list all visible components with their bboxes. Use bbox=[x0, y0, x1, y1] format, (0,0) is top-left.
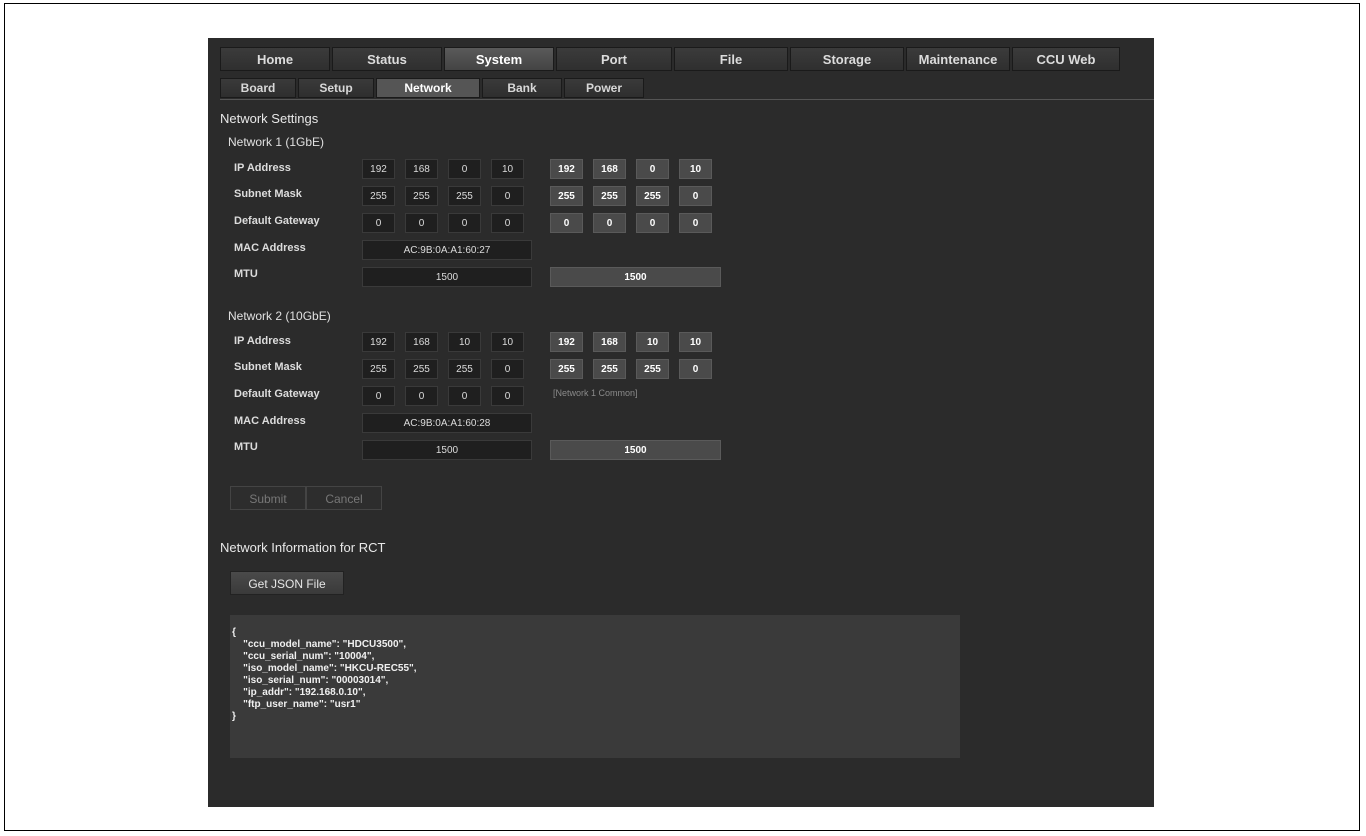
network2-ip-octet-current: 168 bbox=[405, 332, 438, 352]
subtab-board[interactable]: Board bbox=[220, 78, 296, 98]
json-line: "ccu_model_name": "HDCU3500", bbox=[232, 639, 407, 650]
network2-subnet-label: Subnet Mask bbox=[234, 361, 302, 373]
network1-gateway-octet-input[interactable]: 0 bbox=[593, 213, 626, 233]
subtab-network[interactable]: Network bbox=[376, 78, 480, 98]
tab-ccu-web[interactable]: CCU Web bbox=[1012, 47, 1120, 71]
network2-subnet-octet-input[interactable]: 255 bbox=[593, 359, 626, 379]
network1-gateway-label: Default Gateway bbox=[234, 215, 320, 227]
network1-subnet-octet-current: 255 bbox=[362, 186, 395, 206]
network1-ip-octet-input[interactable]: 168 bbox=[593, 159, 626, 179]
network1-gateway-octet-current: 0 bbox=[448, 213, 481, 233]
json-line: { bbox=[232, 627, 236, 638]
network1-gateway-octet-current: 0 bbox=[405, 213, 438, 233]
json-line: "ip_addr": "192.168.0.10", bbox=[232, 687, 366, 698]
rct-section-title: Network Information for RCT bbox=[220, 540, 386, 555]
json-line: "iso_model_name": "HKCU-REC55", bbox=[232, 663, 417, 674]
network1-mac-value: AC:9B:0A:A1:60:27 bbox=[362, 240, 532, 260]
network1-ip-octet-current: 168 bbox=[405, 159, 438, 179]
rct-json-output: { "ccu_model_name": "HDCU3500", "ccu_ser… bbox=[230, 615, 960, 758]
tab-status[interactable]: Status bbox=[332, 47, 442, 71]
json-line: "ftp_user_name": "usr1" bbox=[232, 699, 361, 710]
tab-port[interactable]: Port bbox=[556, 47, 672, 71]
network1-mac-label: MAC Address bbox=[234, 242, 306, 254]
subtab-bank[interactable]: Bank bbox=[482, 78, 562, 98]
network1-subnet-octet-current: 255 bbox=[405, 186, 438, 206]
network2-mac-value: AC:9B:0A:A1:60:28 bbox=[362, 413, 532, 433]
network1-gateway-octet-input[interactable]: 0 bbox=[679, 213, 712, 233]
network1-subnet-octet-input[interactable]: 0 bbox=[679, 186, 712, 206]
network2-ip-octet-current: 192 bbox=[362, 332, 395, 352]
json-line: } bbox=[232, 711, 236, 722]
network1-ip-octet-input[interactable]: 10 bbox=[679, 159, 712, 179]
network2-ip-octet-current: 10 bbox=[491, 332, 524, 352]
network1-mtu-label: MTU bbox=[234, 268, 258, 280]
network2-ip-octet-input[interactable]: 168 bbox=[593, 332, 626, 352]
tab-maintenance[interactable]: Maintenance bbox=[906, 47, 1010, 71]
network2-subnet-octet-input[interactable]: 255 bbox=[550, 359, 583, 379]
cancel-button[interactable]: Cancel bbox=[306, 486, 382, 510]
network2-ip-octet-input[interactable]: 192 bbox=[550, 332, 583, 352]
network1-gateway-octet-current: 0 bbox=[491, 213, 524, 233]
tab-system[interactable]: System bbox=[444, 47, 554, 71]
network1-subnet-octet-current: 0 bbox=[491, 186, 524, 206]
sub-tab-bar: Board Setup Network Bank Power bbox=[220, 78, 1154, 100]
network2-gateway-label: Default Gateway bbox=[234, 388, 320, 400]
network2-gateway-common-note: [Network 1 Common] bbox=[553, 388, 638, 398]
subtab-power[interactable]: Power bbox=[564, 78, 644, 98]
submit-button[interactable]: Submit bbox=[230, 486, 306, 510]
network2-mtu-current: 1500 bbox=[362, 440, 532, 460]
tab-home[interactable]: Home bbox=[220, 47, 330, 71]
network1-ip-octet-current: 192 bbox=[362, 159, 395, 179]
tab-storage[interactable]: Storage bbox=[790, 47, 904, 71]
network2-mtu-input[interactable]: 1500 bbox=[550, 440, 721, 460]
network-settings-title: Network Settings bbox=[220, 111, 319, 126]
tab-file[interactable]: File bbox=[674, 47, 788, 71]
network2-subnet-octet-input[interactable]: 0 bbox=[679, 359, 712, 379]
network2-title: Network 2 (10GbE) bbox=[228, 309, 331, 323]
network2-gateway-octet-current: 0 bbox=[362, 386, 395, 406]
network1-ip-octet-current: 0 bbox=[448, 159, 481, 179]
network1-subnet-octet-input[interactable]: 255 bbox=[636, 186, 669, 206]
network1-gateway-octet-input[interactable]: 0 bbox=[636, 213, 669, 233]
network2-subnet-octet-input[interactable]: 255 bbox=[636, 359, 669, 379]
network1-subnet-label: Subnet Mask bbox=[234, 188, 302, 200]
network1-ip-octet-input[interactable]: 0 bbox=[636, 159, 669, 179]
network2-ip-octet-input[interactable]: 10 bbox=[636, 332, 669, 352]
network2-gateway-octet-current: 0 bbox=[448, 386, 481, 406]
get-json-file-button[interactable]: Get JSON File bbox=[230, 571, 344, 595]
network1-subnet-octet-current: 255 bbox=[448, 186, 481, 206]
network1-ip-octet-input[interactable]: 192 bbox=[550, 159, 583, 179]
network1-title: Network 1 (1GbE) bbox=[228, 135, 325, 149]
json-line: "ccu_serial_num": "10004", bbox=[232, 651, 375, 662]
subtab-setup[interactable]: Setup bbox=[298, 78, 374, 98]
network2-subnet-octet-current: 255 bbox=[362, 359, 395, 379]
network2-subnet-octet-current: 255 bbox=[448, 359, 481, 379]
network1-mtu-current: 1500 bbox=[362, 267, 532, 287]
network1-ip-octet-current: 10 bbox=[491, 159, 524, 179]
ccu-web-app: Home Status System Port File Storage Mai… bbox=[208, 38, 1154, 807]
network1-subnet-octet-input[interactable]: 255 bbox=[550, 186, 583, 206]
network2-mac-label: MAC Address bbox=[234, 415, 306, 427]
network1-mtu-input[interactable]: 1500 bbox=[550, 267, 721, 287]
network2-gateway-octet-current: 0 bbox=[491, 386, 524, 406]
network2-subnet-octet-current: 255 bbox=[405, 359, 438, 379]
network1-gateway-octet-input[interactable]: 0 bbox=[550, 213, 583, 233]
network2-ip-label: IP Address bbox=[234, 335, 291, 347]
network1-subnet-octet-input[interactable]: 255 bbox=[593, 186, 626, 206]
json-line: "iso_serial_num": "00003014", bbox=[232, 675, 389, 686]
network2-gateway-octet-current: 0 bbox=[405, 386, 438, 406]
network2-ip-octet-current: 10 bbox=[448, 332, 481, 352]
network1-gateway-octet-current: 0 bbox=[362, 213, 395, 233]
network2-subnet-octet-current: 0 bbox=[491, 359, 524, 379]
network2-mtu-label: MTU bbox=[234, 441, 258, 453]
network2-ip-octet-input[interactable]: 10 bbox=[679, 332, 712, 352]
network1-ip-label: IP Address bbox=[234, 162, 291, 174]
